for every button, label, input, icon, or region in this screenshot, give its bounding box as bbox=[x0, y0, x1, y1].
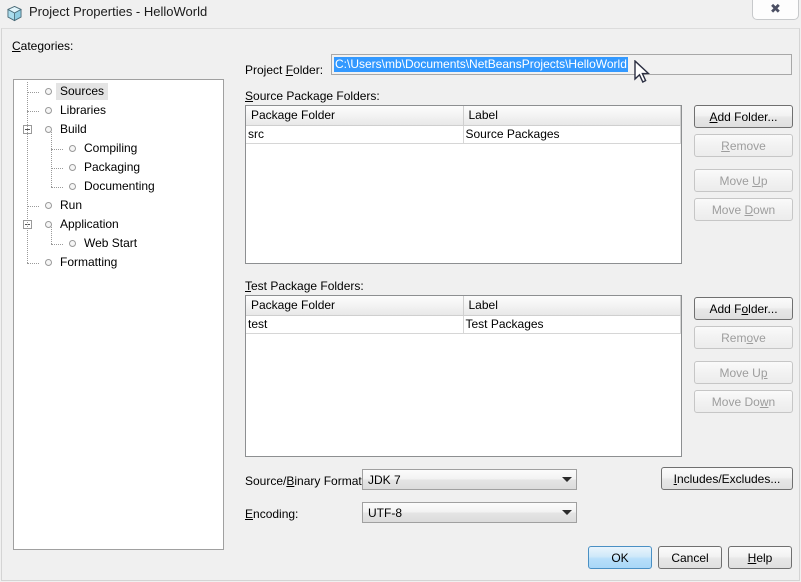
sidebar-item-label: Formatting bbox=[60, 255, 118, 269]
sidebar-item-label: Build bbox=[60, 122, 87, 136]
includes-excludes-button[interactable]: Includes/Excludes... bbox=[661, 467, 793, 490]
project-folder-input[interactable]: C:\Users\mb\Documents\NetBeansProjects\H… bbox=[331, 54, 792, 75]
close-glyph: ✖ bbox=[770, 2, 781, 17]
sidebar-item-sources[interactable]: Sources bbox=[14, 82, 223, 101]
test-packages-label: Test Package Folders: bbox=[245, 279, 364, 293]
sidebar-item-run[interactable]: Run bbox=[14, 196, 223, 215]
title-bar: Project Properties - HelloWorld ✖ bbox=[0, 0, 801, 28]
tree-node-icon bbox=[69, 145, 76, 152]
sidebar-item-label: Web Start bbox=[84, 236, 138, 250]
test-packages-table[interactable]: Package Folder Label test Test Packages bbox=[245, 295, 682, 457]
tree-node-icon bbox=[69, 183, 76, 190]
chevron-down-icon[interactable] bbox=[558, 470, 576, 489]
table-row[interactable]: src Source Packages bbox=[246, 126, 681, 144]
source-remove-button[interactable]: Remove bbox=[694, 134, 793, 157]
chevron-down-icon[interactable] bbox=[558, 503, 576, 522]
sidebar-item-packaging[interactable]: Packaging bbox=[14, 158, 223, 177]
ok-button[interactable]: OK bbox=[588, 546, 652, 569]
sidebar-item-libraries[interactable]: Libraries bbox=[14, 101, 223, 120]
table-header: Package Folder Label bbox=[246, 296, 681, 316]
sidebar-item-build[interactable]: Build bbox=[14, 120, 223, 139]
test-move-down-button[interactable]: Move Down bbox=[694, 390, 793, 413]
source-move-up-button[interactable]: Move Up bbox=[694, 169, 793, 192]
categories-label: Categories: bbox=[12, 39, 74, 53]
categories-tree[interactable]: Sources Libraries Build Compiling Packaging D… bbox=[13, 79, 224, 550]
sidebar-item-web-start[interactable]: Web Start bbox=[14, 234, 223, 253]
project-folder-value: C:\Users\mb\Documents\NetBeansProjects\H… bbox=[334, 57, 628, 72]
tree-node-icon bbox=[45, 126, 52, 133]
source-binary-format-label: Source/Binary Format: bbox=[245, 474, 366, 488]
sidebar-item-label: Libraries bbox=[60, 103, 107, 117]
project-properties-dialog: Project Properties - HelloWorld ✖ Catego… bbox=[0, 0, 801, 582]
source-packages-table[interactable]: Package Folder Label src Source Packages bbox=[245, 105, 682, 264]
sidebar-item-label: Compiling bbox=[84, 141, 138, 155]
tree-node-icon bbox=[45, 221, 52, 228]
table-header: Package Folder Label bbox=[246, 106, 681, 126]
sidebar-item-label: Application bbox=[60, 217, 119, 231]
sidebar-item-label: Sources bbox=[56, 83, 109, 100]
tree-node-icon bbox=[45, 259, 52, 266]
encoding-label: Encoding: bbox=[245, 507, 299, 521]
test-add-folder-button[interactable]: Add Folder... bbox=[694, 297, 793, 320]
sidebar-item-compiling[interactable]: Compiling bbox=[14, 139, 223, 158]
column-header-label[interactable]: Label bbox=[464, 106, 681, 125]
table-row[interactable]: test Test Packages bbox=[246, 316, 681, 334]
tree-node-icon bbox=[69, 164, 76, 171]
sidebar-item-formatting[interactable]: Formatting bbox=[14, 253, 223, 272]
tree-node-icon bbox=[69, 240, 76, 247]
test-remove-button[interactable]: Remove bbox=[694, 326, 793, 349]
cancel-button[interactable]: Cancel bbox=[658, 546, 722, 569]
project-folder-label: Project Folder: bbox=[245, 63, 324, 77]
cube-icon bbox=[7, 5, 22, 22]
sidebar-item-documenting[interactable]: Documenting bbox=[14, 177, 223, 196]
sidebar-item-label: Documenting bbox=[84, 179, 155, 193]
cell-package-folder[interactable]: src bbox=[246, 126, 464, 143]
sidebar-item-application[interactable]: Application bbox=[14, 215, 223, 234]
tree-node-icon bbox=[45, 88, 52, 95]
dialog-content: Categories: Sources Libraries Build Compili… bbox=[1, 28, 800, 581]
column-header-package-folder[interactable]: Package Folder bbox=[246, 296, 464, 315]
cell-package-folder[interactable]: test bbox=[246, 316, 464, 333]
source-binary-format-value: JDK 7 bbox=[368, 472, 401, 487]
help-button[interactable]: Help bbox=[728, 546, 792, 569]
column-header-label[interactable]: Label bbox=[464, 296, 681, 315]
sidebar-item-label: Packaging bbox=[84, 160, 141, 174]
tree-node-icon bbox=[45, 202, 52, 209]
window-title: Project Properties - HelloWorld bbox=[29, 4, 208, 19]
source-move-down-button[interactable]: Move Down bbox=[694, 198, 793, 221]
encoding-value: UTF-8 bbox=[368, 505, 402, 520]
close-icon[interactable]: ✖ bbox=[752, 0, 799, 20]
source-add-folder-button[interactable]: Add Folder... bbox=[694, 105, 793, 128]
column-header-package-folder[interactable]: Package Folder bbox=[246, 106, 464, 125]
tree-node-icon bbox=[45, 107, 52, 114]
source-packages-label: Source Package Folders: bbox=[245, 89, 380, 103]
encoding-select[interactable]: UTF-8 bbox=[362, 502, 577, 523]
sidebar-item-label: Run bbox=[60, 198, 83, 212]
source-binary-format-select[interactable]: JDK 7 bbox=[362, 469, 577, 490]
cell-label[interactable]: Test Packages bbox=[464, 316, 681, 333]
test-move-up-button[interactable]: Move Up bbox=[694, 361, 793, 384]
cell-label[interactable]: Source Packages bbox=[464, 126, 681, 143]
